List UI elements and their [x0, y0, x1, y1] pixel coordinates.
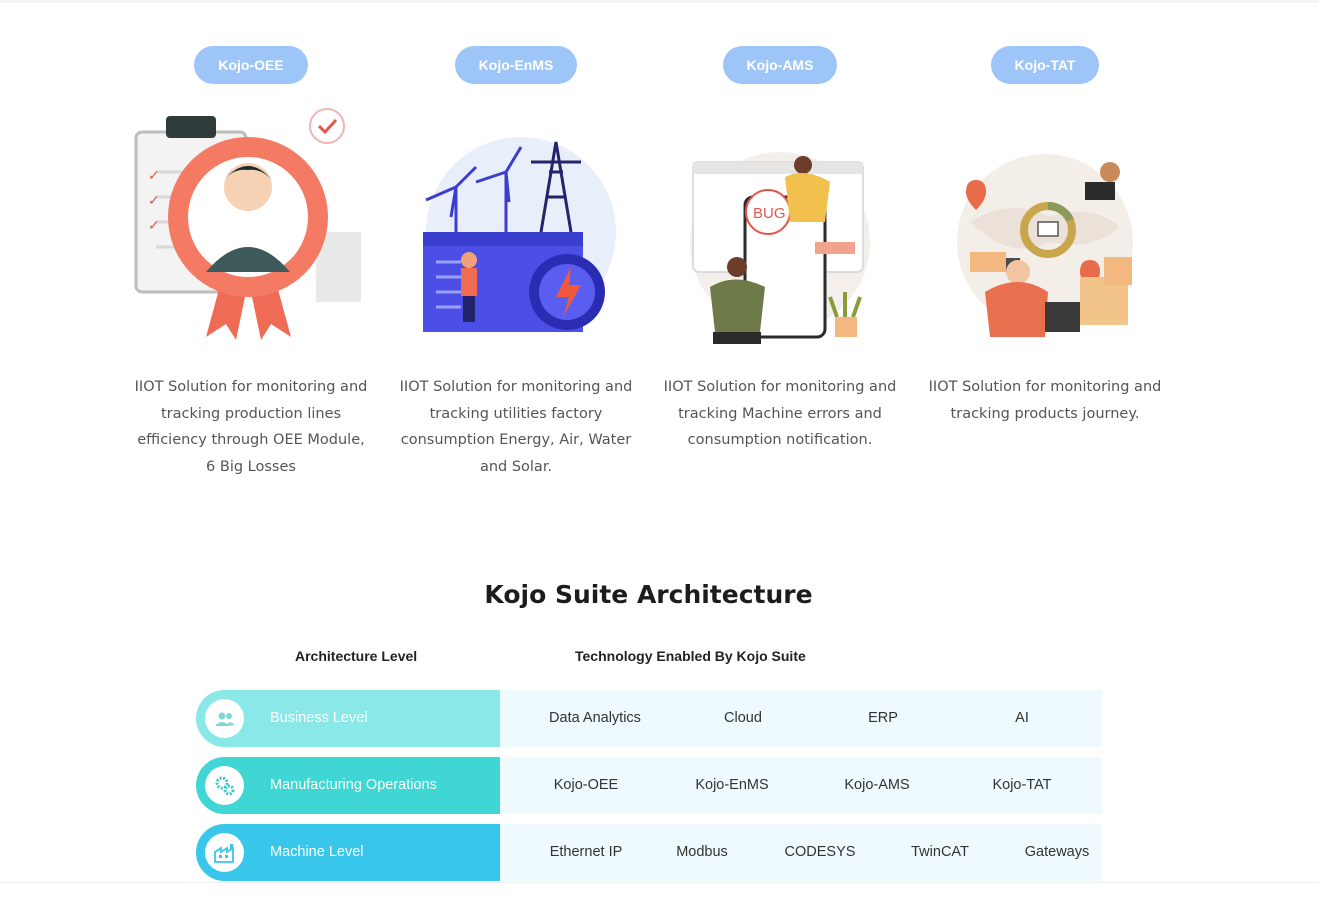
award-ribbon-illustration: ✓ ✓ ✓ — [134, 108, 361, 340]
architecture-row-machine: Machine Level Ethernet IP Modbus CODESYS… — [196, 824, 1102, 881]
architecture-row-manufacturing: Manufacturing Operations Kojo-OEE Kojo-E… — [196, 757, 1102, 814]
users-icon — [205, 699, 244, 738]
energy-wind-power-illustration — [423, 137, 616, 332]
gears-icon — [205, 766, 244, 805]
product-pill-tat[interactable]: Kojo-TAT — [990, 46, 1100, 84]
level-cell-machine: Machine Level — [196, 824, 500, 881]
level-label: Manufacturing Operations — [270, 777, 437, 793]
tech-item: TwinCAT — [911, 844, 969, 860]
svg-text:✓: ✓ — [148, 217, 160, 233]
svg-text:✓: ✓ — [148, 167, 160, 183]
product-pill-enms[interactable]: Kojo-EnMS — [454, 46, 578, 84]
product-pill-ams[interactable]: Kojo-AMS — [722, 46, 838, 84]
tech-item: CODESYS — [784, 844, 856, 860]
column-header-level: Architecture Level — [295, 648, 418, 664]
level-cell-business: Business Level — [196, 690, 500, 747]
factory-icon — [205, 833, 244, 872]
tech-item: Kojo-AMS — [844, 777, 910, 793]
level-label: Machine Level — [270, 844, 364, 860]
tech-item: Gateways — [1024, 844, 1090, 860]
product-description-oee: IIOT Solution for monitoring and trackin… — [134, 379, 368, 475]
tech-cell-manufacturing: Kojo-OEE Kojo-EnMS Kojo-AMS Kojo-TAT — [500, 757, 1102, 814]
product-description-ams: IIOT Solution for monitoring and trackin… — [663, 379, 897, 448]
level-label: Business Level — [270, 710, 368, 726]
tech-item: Kojo-EnMS — [695, 777, 769, 793]
product-card-oee: Kojo-OEE ✓ ✓ ✓ IIOT Solution for monitor… — [126, 46, 376, 480]
top-border — [0, 0, 1319, 3]
product-card-ams: Kojo-AMS BUG IIOT Solution for monitorin… — [655, 46, 905, 454]
column-header-tech: Technology Enabled By Kojo Suite — [575, 648, 806, 664]
tech-item: Ethernet IP — [549, 844, 623, 860]
product-pill-oee[interactable]: Kojo-OEE — [194, 46, 308, 84]
tech-cell-machine: Ethernet IP Modbus CODESYS TwinCAT Gatew… — [500, 824, 1102, 881]
product-description-tat: IIOT Solution for monitoring and trackin… — [928, 379, 1162, 422]
product-description-enms: IIOT Solution for monitoring and trackin… — [399, 379, 633, 475]
svg-text:BUG: BUG — [753, 205, 786, 222]
tech-cell-business: Data Analytics Cloud ERP AI — [500, 690, 1102, 747]
architecture-row-business: Business Level Data Analytics Cloud ERP … — [196, 690, 1102, 747]
logistics-tracking-illustration — [957, 154, 1133, 337]
tech-item: ERP — [868, 710, 898, 726]
tech-item: Kojo-TAT — [992, 777, 1052, 793]
svg-text:✓: ✓ — [148, 192, 160, 208]
level-cell-manufacturing: Manufacturing Operations — [196, 757, 500, 814]
tech-item: AI — [1015, 710, 1029, 726]
tech-item: Cloud — [724, 710, 762, 726]
bug-error-illustration: BUG — [690, 152, 870, 344]
bottom-divider — [0, 882, 1319, 883]
tech-item: Kojo-OEE — [553, 777, 619, 793]
product-card-enms: Kojo-EnMS IIOT Solution for monitoring a… — [391, 46, 641, 480]
product-card-tat: Kojo-TAT IIOT Solution for monitoring an… — [920, 46, 1170, 427]
tech-item: Data Analytics — [549, 710, 641, 726]
section-title: Kojo Suite Architecture — [484, 580, 813, 609]
tech-item: Modbus — [676, 844, 728, 860]
